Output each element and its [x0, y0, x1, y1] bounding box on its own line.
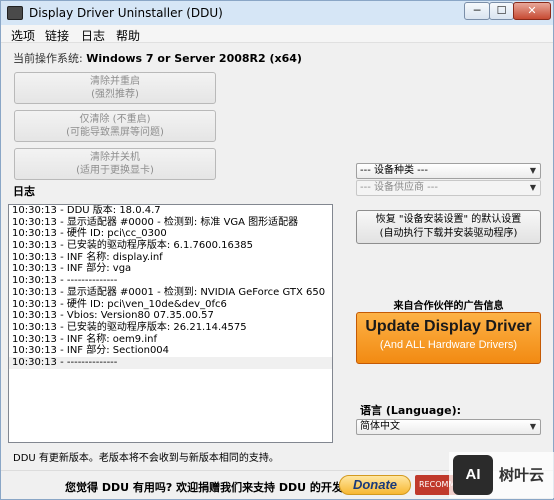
log-line[interactable]: 10:30:13 - 已安装的驱动程序版本: 26.21.14.4575: [9, 322, 332, 334]
main-panel: 当前操作系统: Windows 7 or Server 2008R2 (x64)…: [1, 43, 553, 499]
log-line[interactable]: 10:30:13 - 显示适配器 #0000 - 检测到: 标准 VGA 图形适…: [9, 217, 332, 229]
donate-button[interactable]: Donate: [339, 475, 411, 495]
button-label: 仅清除 (不重启): [79, 114, 151, 125]
chevron-down-icon: ▼: [529, 166, 536, 175]
menu-log[interactable]: 日志: [81, 27, 105, 44]
language-label: 语言 (Language):: [360, 404, 462, 417]
log-line[interactable]: 10:30:13 - 硬件 ID: pci\ven_10de&dev_0fc6: [9, 299, 332, 311]
log-line[interactable]: 10:30:13 - 显示适配器 #0001 - 检测到: NVIDIA GeF…: [9, 287, 332, 299]
log-line[interactable]: 10:30:13 - INF 名称: display.inf: [9, 252, 332, 264]
menu-help[interactable]: 帮助: [116, 27, 140, 44]
log-line[interactable]: 10:30:13 - INF 部分: Section004: [9, 345, 332, 357]
watermark-text: 树叶云: [499, 466, 545, 484]
log-line[interactable]: 10:30:13 - Vbios: Version80 07.35.00.57: [9, 310, 332, 322]
window-title: Display Driver Uninstaller (DDU): [29, 6, 223, 20]
button-sublabel: (自动执行下载并安装驱动程序): [379, 228, 518, 239]
clean-no-restart-button[interactable]: 仅清除 (不重启) (可能导致黑屏等问题): [14, 110, 216, 142]
ad-title: Update Display Driver: [365, 318, 532, 335]
clean-and-shutdown-button[interactable]: 清除并关机 (适用于更换显卡): [14, 148, 216, 180]
device-vendor-value: --- 设备供应商 ---: [360, 182, 439, 193]
title-bar[interactable]: Display Driver Uninstaller (DDU) ─ ☐ ✕: [1, 1, 553, 25]
log-line[interactable]: 10:30:13 - --------------: [9, 275, 332, 287]
button-sublabel: (适用于更换显卡): [76, 165, 154, 176]
log-line[interactable]: 10:30:13 - 已安装的驱动程序版本: 6.1.7600.16385: [9, 240, 332, 252]
update-driver-ad[interactable]: Update Display Driver (And ALL Hardware …: [356, 312, 541, 364]
menu-options[interactable]: 选项: [11, 27, 35, 44]
device-type-select[interactable]: --- 设备种类 --- ▼: [356, 163, 541, 179]
button-label: 清除并关机: [90, 152, 140, 163]
menu-links[interactable]: 链接: [45, 27, 69, 44]
watermark: AI 树叶云: [449, 452, 554, 498]
maximize-button[interactable]: ☐: [489, 2, 514, 20]
button-sublabel: (可能导致黑屏等问题): [66, 127, 164, 138]
clean-and-restart-button[interactable]: 清除并重启 (强烈推荐): [14, 72, 216, 104]
restore-defaults-button[interactable]: 恢复 "设备安装设置" 的默认设置 (自动执行下载并安装驱动程序): [356, 210, 541, 244]
button-sublabel: (强烈推荐): [91, 89, 139, 100]
language-select[interactable]: 简体中文 ▼: [356, 419, 541, 435]
chevron-down-icon: ▼: [529, 422, 536, 431]
log-line-selected[interactable]: 10:30:13 - --------------: [9, 356, 332, 369]
close-button[interactable]: ✕: [513, 2, 551, 20]
log-line[interactable]: 10:30:13 - DDU 版本: 18.0.4.7: [9, 205, 332, 217]
watermark-logo: AI: [453, 455, 493, 495]
menu-bar: 选项 链接 日志 帮助: [1, 25, 553, 43]
ad-subtitle: (And ALL Hardware Drivers): [379, 339, 518, 351]
log-line[interactable]: 10:30:13 - 硬件 ID: pci\cc_0300: [9, 228, 332, 240]
language-value: 简体中文: [360, 421, 400, 432]
update-note: DDU 有更新版本。老版本将不会收到与新版本相同的支持。: [13, 453, 279, 464]
button-label: 恢复 "设备安装设置" 的默认设置: [375, 214, 522, 225]
minimize-button[interactable]: ─: [464, 2, 490, 20]
donate-message: 您觉得 DDU 有用吗? 欢迎捐赠我们来支持 DDU 的开发工作.: [65, 481, 370, 494]
device-vendor-select[interactable]: --- 设备供应商 --- ▼: [356, 180, 541, 196]
ad-heading: 来自合作伙伴的广告信息: [393, 301, 504, 312]
device-type-value: --- 设备种类 ---: [360, 165, 429, 176]
log-line[interactable]: 10:30:13 - INF 部分: vga: [9, 263, 332, 275]
log-listbox[interactable]: 10:30:13 - DDU 版本: 18.0.4.7 10:30:13 - 显…: [8, 204, 333, 443]
button-label: 清除并重启: [90, 76, 140, 87]
os-label: 当前操作系统:: [13, 52, 83, 65]
os-value: Windows 7 or Server 2008R2 (x64): [86, 52, 302, 65]
chevron-down-icon: ▼: [529, 183, 536, 192]
app-window: Display Driver Uninstaller (DDU) ─ ☐ ✕ 选…: [0, 0, 554, 500]
log-line[interactable]: 10:30:13 - INF 名称: oem9.inf: [9, 334, 332, 346]
log-heading: 日志: [13, 185, 35, 198]
app-icon: [7, 6, 23, 20]
os-info: 当前操作系统: Windows 7 or Server 2008R2 (x64): [13, 50, 302, 66]
